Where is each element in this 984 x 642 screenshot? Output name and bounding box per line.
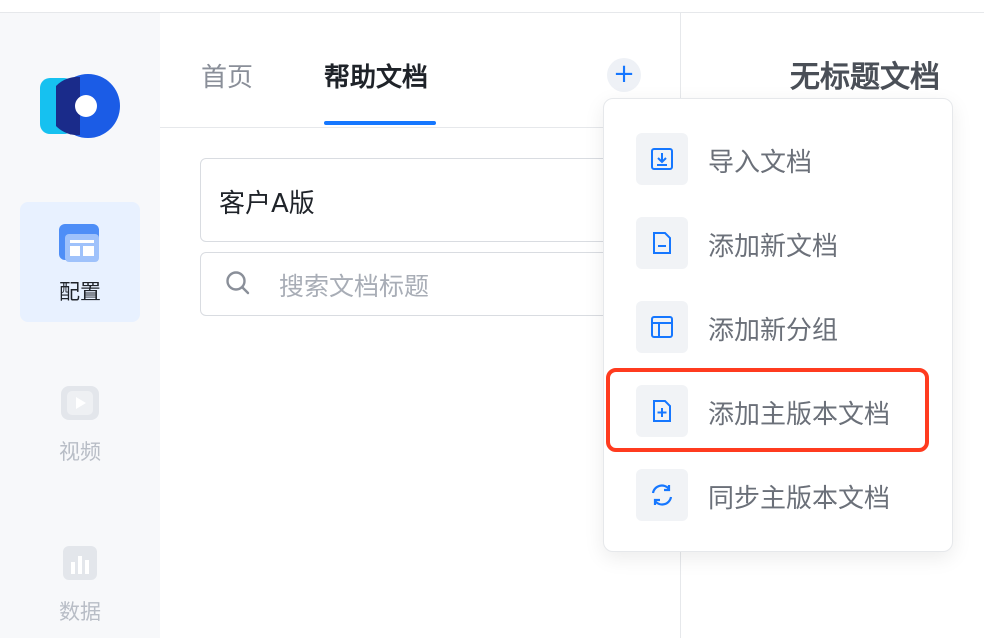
menu-item-label: 添加新分组 [708,316,839,346]
sync-icon [636,469,688,521]
menu-item-sync-master-doc[interactable]: 同步主版本文档 [604,453,952,537]
sidebar-item-config[interactable]: 配置 [20,202,140,322]
tab-help-docs[interactable]: 帮助文档 [324,57,428,94]
tab-home[interactable]: 首页 [201,57,253,94]
sidebar-item-label: 数据 [59,600,101,624]
active-tab-indicator [324,121,436,125]
sidebar-item-label: 配置 [59,280,101,304]
search-input[interactable]: 搜索文档标题 [200,252,662,316]
add-button[interactable]: + [607,58,641,92]
menu-item-new-doc[interactable]: 添加新文档 [604,201,952,285]
chart-icon [63,546,97,580]
video-icon [61,386,99,420]
search-icon [226,271,250,295]
version-select-value: 客户A版 [219,189,315,219]
layout-icon [59,224,99,262]
document-title: 无标题文档 [790,60,940,95]
new-doc-icon [636,217,688,269]
sidebar-item-label: 视频 [59,440,101,464]
highlight-box [606,368,929,452]
menu-item-label: 同步主版本文档 [708,484,891,514]
sidebar-item-data[interactable]: 数据 [20,522,140,642]
new-group-icon [636,301,688,353]
menu-item-import-doc[interactable]: 导入文档 [604,117,952,201]
import-icon [636,133,688,185]
window-top-bar [0,0,984,13]
menu-item-new-group[interactable]: 添加新分组 [604,285,952,369]
add-menu-dropdown: 导入文档 添加新文档 添加新分组 添加主版本文档 同步主版本文档 [603,98,953,552]
app-logo [40,74,120,138]
version-select[interactable]: 客户A版 [200,158,662,242]
sidebar-item-video[interactable]: 视频 [20,362,140,482]
menu-item-label: 导入文档 [708,148,813,178]
search-placeholder: 搜索文档标题 [279,272,430,301]
tab-bar: 首页 帮助文档 + [160,13,680,128]
menu-item-label: 添加新文档 [708,232,839,262]
plus-icon: + [613,59,635,89]
